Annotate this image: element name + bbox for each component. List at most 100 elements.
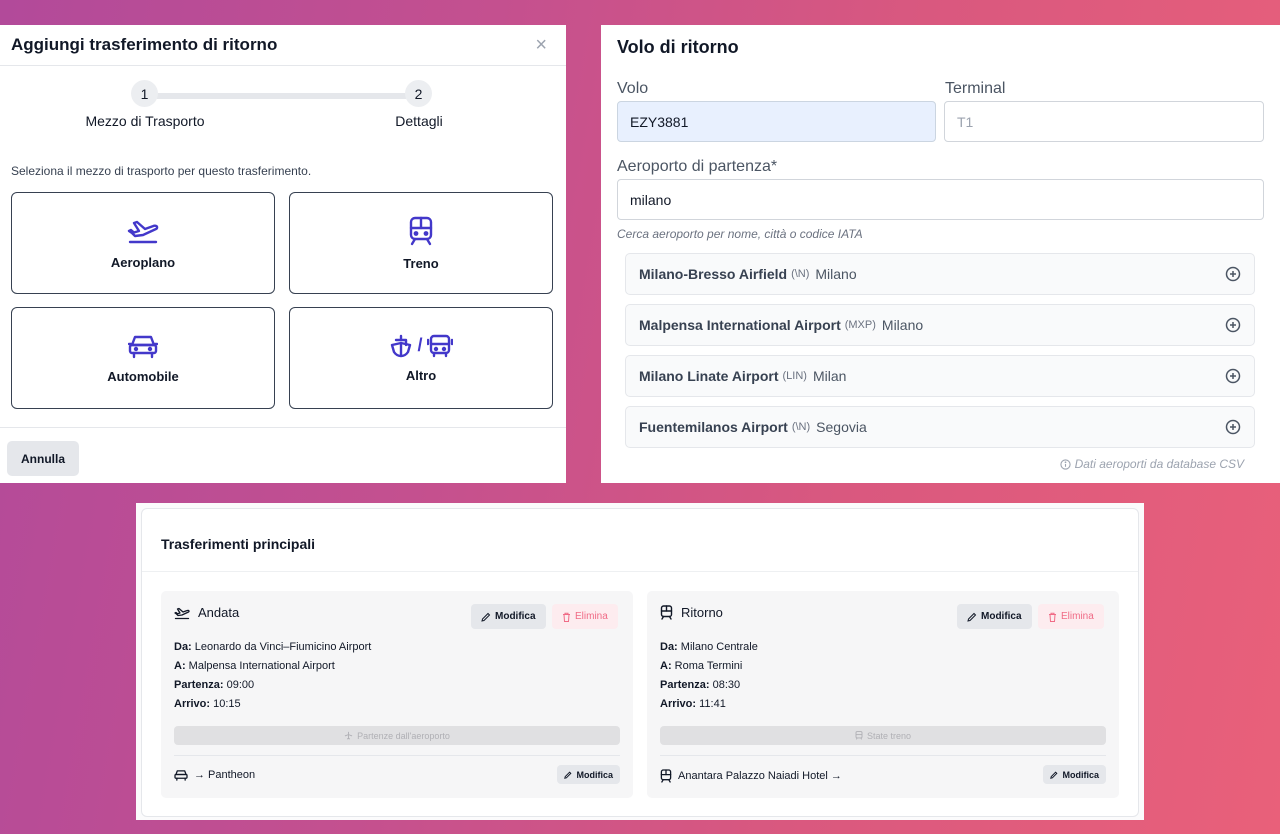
departure-line: Partenza: 08:30 [660, 679, 740, 691]
arrival-line: Arrivo: 11:41 [660, 698, 726, 710]
airport-code: (\N) [791, 421, 811, 433]
departure-label: Partenza: [174, 679, 224, 691]
terminal-input[interactable] [944, 101, 1264, 142]
airport-source-note: Dati aeroporti da database CSV [1059, 457, 1244, 471]
from-line: Da: Leonardo da Vinci–Fiumicino Airport [174, 641, 371, 653]
connection-row: → Pantheon [174, 769, 255, 781]
airport-city: Milano [815, 266, 857, 282]
airport-name: Milano-Bresso Airfield [639, 266, 788, 282]
departure-value: 08:30 [712, 679, 741, 691]
connection-row: Anantara Palazzo Naiadi Hotel → [660, 769, 842, 783]
train-icon [660, 605, 673, 620]
step-2-circle: 2 [405, 80, 432, 107]
return-flight-panel: Volo di ritorno Volo Terminal Aeroporto … [601, 25, 1280, 483]
airport-result[interactable]: Milano-Bresso Airfield (\N) Milano [625, 253, 1255, 295]
option-automobile[interactable]: Automobile [11, 307, 275, 409]
from-label: Da: [174, 641, 192, 653]
airport-code: (LIN) [782, 370, 807, 382]
airport-source-text: Dati aeroporti da database CSV [1074, 457, 1244, 471]
departure-airport-input[interactable] [617, 179, 1264, 220]
delete-button[interactable]: Elimina [552, 604, 618, 629]
airport-result[interactable]: Malpensa International Airport (MXP) Mil… [625, 304, 1255, 346]
pencil-icon [481, 612, 491, 622]
from-label: Da: [660, 641, 678, 653]
train-icon [660, 769, 672, 783]
airport-code: (\N) [791, 268, 810, 280]
info-icon [1059, 458, 1071, 470]
edit-button[interactable]: Modifica [957, 604, 1032, 629]
airport-search-hint: Cerca aeroporto per nome, città o codice… [617, 227, 863, 241]
step-1-label: Mezzo di Trasporto [85, 113, 205, 129]
option-aeroplano[interactable]: Aeroplano [11, 192, 275, 294]
airport-code: (MXP) [844, 319, 876, 331]
from-value: Leonardo da Vinci–Fiumicino Airport [194, 641, 372, 653]
option-aeroplano-label: Aeroplano [110, 254, 176, 270]
main-transfers-title: Trasferimenti principali [161, 536, 316, 552]
car-icon [174, 770, 188, 781]
to-label: A: [660, 660, 672, 672]
ship-icon [391, 334, 412, 357]
cancel-button[interactable]: Annulla [7, 441, 79, 476]
terminal-label: Terminal [945, 80, 1006, 97]
flight-input[interactable] [617, 101, 936, 142]
option-automobile-label: Automobile [107, 368, 179, 384]
add-circle-icon[interactable] [1225, 317, 1241, 333]
option-treno[interactable]: Treno [289, 192, 553, 294]
arrival-value: 11:41 [699, 698, 726, 710]
edit-label: Modifica [1062, 769, 1099, 780]
transfer-card-ritorno: Ritorno Modifica Elimina Da: Milano Cent… [647, 591, 1119, 798]
modal-footer: Annulla [0, 427, 566, 483]
departure-value: 09:00 [226, 679, 255, 691]
step-1-circle: 1 [131, 80, 158, 107]
option-altro-label: Altro [405, 367, 437, 383]
divider [174, 755, 620, 756]
train-status-button[interactable]: State treno [660, 726, 1106, 745]
connection-text: Anantara Palazzo Naiadi Hotel → [678, 770, 842, 782]
delete-label: Elimina [1061, 611, 1094, 622]
stepper: 1 2 Mezzo di Trasporto Dettagli [0, 66, 566, 148]
arrival-value: 10:15 [213, 698, 241, 710]
delete-label: Elimina [575, 611, 608, 622]
from-line: Da: Milano Centrale [660, 641, 758, 653]
edit-connection-button[interactable]: Modifica [557, 765, 620, 784]
add-circle-icon[interactable] [1225, 266, 1241, 282]
transfer-heading: Andata [198, 605, 240, 620]
transfer-header: Andata [174, 605, 239, 620]
arrival-label: Arrivo: [174, 698, 211, 710]
arrival-label: Arrivo: [660, 698, 697, 710]
airport-result[interactable]: Fuentemilanos Airport (\N) Segovia [625, 406, 1255, 448]
add-circle-icon[interactable] [1225, 368, 1241, 384]
divider [660, 755, 1106, 756]
edit-label: Modifica [495, 611, 536, 622]
airport-result[interactable]: Milano Linate Airport (LIN) Milan [625, 355, 1255, 397]
delete-button[interactable]: Elimina [1038, 604, 1104, 629]
edit-button[interactable]: Modifica [471, 604, 546, 629]
close-icon[interactable]: × [535, 35, 555, 55]
option-treno-label: Treno [403, 255, 439, 271]
plane-departure-icon [127, 220, 159, 243]
departure-airport-label: Aeroporto di partenza* [617, 158, 778, 175]
edit-connection-button[interactable]: Modifica [1043, 765, 1106, 784]
main-transfers-panel: Trasferimenti principali Andata Modifica… [136, 503, 1144, 820]
add-circle-icon[interactable] [1225, 419, 1241, 435]
pencil-icon [564, 771, 572, 779]
transfer-header: Ritorno [660, 605, 723, 620]
flight-label: Volo [617, 80, 649, 97]
option-altro[interactable]: / Altro [289, 307, 553, 409]
plane-departure-icon [174, 607, 190, 619]
bus-icon [426, 334, 453, 357]
altro-icons: / [389, 334, 453, 358]
trash-icon [563, 612, 570, 622]
car-icon [128, 335, 158, 358]
main-transfers-card: Trasferimenti principali Andata Modifica… [141, 508, 1139, 817]
edit-label: Modifica [981, 611, 1022, 622]
to-line: A: Malpensa International Airport [174, 660, 335, 672]
departure-line: Partenza: 09:00 [174, 679, 254, 691]
plane-icon [344, 731, 353, 740]
pencil-icon [1050, 771, 1058, 779]
airport-departures-button[interactable]: Partenze dall'aeroporto [174, 726, 620, 745]
airport-name: Malpensa International Airport [639, 317, 841, 333]
arrival-line: Arrivo: 10:15 [174, 698, 241, 710]
add-return-transfer-modal: Aggiungi trasferimento di ritorno × 1 2 … [0, 25, 566, 483]
airport-city: Segovia [816, 419, 867, 435]
